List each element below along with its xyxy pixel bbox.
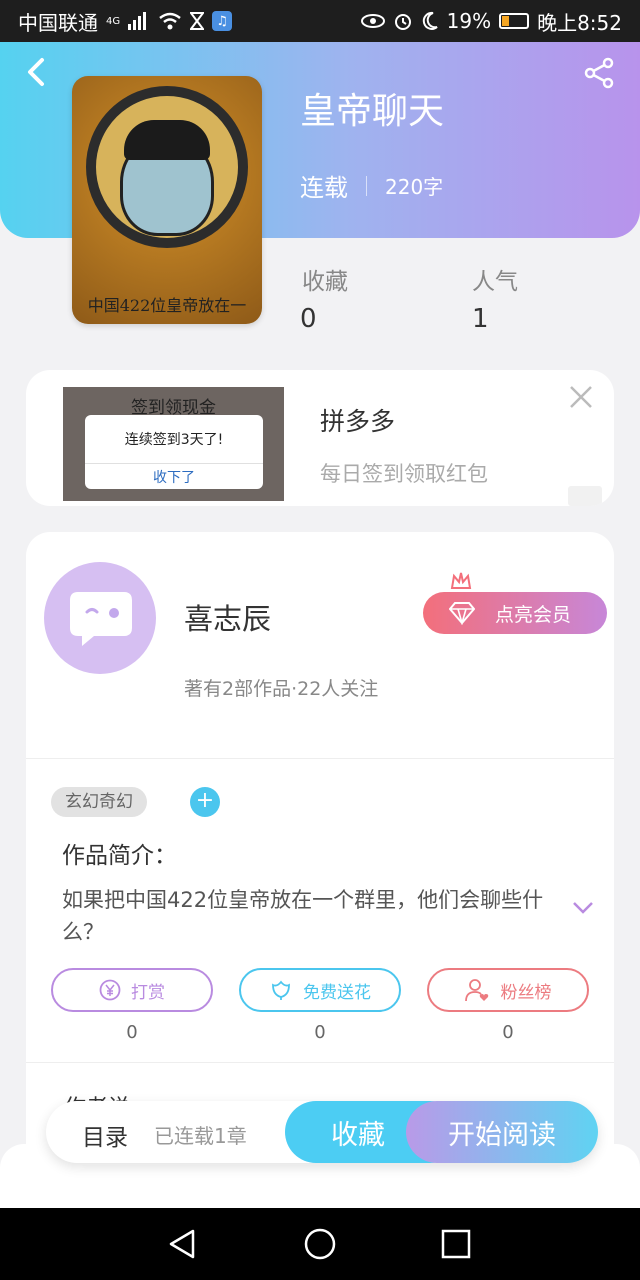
clock: 晚上8:52 <box>537 10 622 35</box>
network-type: 4G <box>106 15 121 27</box>
reward-count: 0 <box>126 1022 138 1043</box>
yen-coin-icon <box>99 979 121 1001</box>
bottom-action-bar: 目录 已连载1章 收藏 开始阅读 <box>46 1101 598 1163</box>
hourglass-icon <box>190 12 205 30</box>
carrier-label: 中国联通 <box>18 10 98 35</box>
ad-name: 拼多多 <box>320 407 396 436</box>
ad-image-message: 连续签到3天了! <box>124 432 224 448</box>
status-bar: 中国联通 4G ♫ 19% 晚上8:52 <box>0 0 640 42</box>
expand-button[interactable] <box>572 900 594 916</box>
toc-button[interactable]: 目录 <box>82 1118 128 1152</box>
book-status-row: 连载 220字 <box>300 168 443 203</box>
section-divider <box>26 758 614 759</box>
user-heart-icon <box>464 979 488 1002</box>
music-app-icon: ♫ <box>212 11 233 31</box>
ad-image-button: 收下了 <box>153 470 195 486</box>
alarm-icon <box>394 14 411 30</box>
cover-caption: 中国422位皇帝放在一 <box>87 296 247 315</box>
battery-icon <box>499 13 530 29</box>
status-divider <box>366 175 367 196</box>
author-name[interactable]: 喜志辰 <box>184 596 271 638</box>
moon-icon <box>422 11 438 30</box>
book-cover[interactable]: 中国422位皇帝放在一 <box>72 76 262 324</box>
nav-home-icon[interactable] <box>302 1226 338 1262</box>
flower-icon <box>272 980 290 1000</box>
intro-label: 作品简介： <box>62 843 177 869</box>
chat-bubble-icon <box>70 592 132 646</box>
flower-count: 0 <box>314 1022 326 1043</box>
send-flower-button[interactable]: 免费送花 <box>239 968 401 1012</box>
book-title: 皇帝聊天 <box>300 91 445 132</box>
system-nav-bar <box>0 1208 640 1280</box>
ad-tag <box>568 486 602 506</box>
author-avatar[interactable] <box>44 562 156 674</box>
share-button[interactable] <box>582 56 616 90</box>
ad-dialog-divider <box>85 463 263 464</box>
send-flower-label: 免费送花 <box>303 982 371 1003</box>
close-icon <box>570 386 592 408</box>
fan-count: 0 <box>502 1022 514 1043</box>
section-divider-2 <box>26 1062 614 1063</box>
intro-text: 如果把中国422位皇帝放在一个群里，他们会聊些什么？ <box>62 888 544 944</box>
diamond-icon <box>449 602 475 625</box>
reward-button[interactable]: 打赏 <box>51 968 213 1012</box>
battery-percent: 19% <box>446 9 492 33</box>
back-arrow-icon <box>28 58 44 86</box>
nav-recents-icon[interactable] <box>438 1226 474 1262</box>
fan-ranking-label: 粉丝榜 <box>500 982 552 1003</box>
add-tag-button[interactable]: + <box>190 787 220 817</box>
serial-status: 连载 <box>300 174 348 202</box>
popularity-label: 人气 <box>472 269 518 295</box>
ad-banner[interactable]: 签到领现金 连续签到3天了! 收下了 拼多多 每日签到领取红包 <box>26 370 614 506</box>
ad-close-button[interactable] <box>568 384 594 410</box>
fan-ranking-button[interactable]: 粉丝榜 <box>427 968 589 1012</box>
favorites-value: 0 <box>300 304 317 334</box>
popularity-value: 1 <box>472 304 489 334</box>
eye-icon <box>360 14 385 28</box>
vip-label: 点亮会员 <box>495 603 572 626</box>
reward-label: 打赏 <box>131 982 165 1003</box>
crown-icon <box>450 572 472 589</box>
share-icon <box>584 57 614 89</box>
chevron-down-icon <box>573 902 593 914</box>
start-reading-button[interactable]: 开始阅读 <box>406 1101 598 1163</box>
cover-emperor-hat <box>124 120 210 160</box>
signal-icon <box>128 12 147 30</box>
ad-image-dialog: 连续签到3天了! 收下了 <box>85 415 263 489</box>
nav-back-icon[interactable] <box>165 1226 201 1262</box>
serial-chapters: 已连载1章 <box>154 1124 247 1148</box>
favorites-label: 收藏 <box>302 269 348 295</box>
word-count: 220字 <box>385 175 444 199</box>
ad-image[interactable]: 签到领现金 连续签到3天了! 收下了 <box>63 387 284 501</box>
start-reading-label: 开始阅读 <box>448 1119 556 1151</box>
genre-tag[interactable]: 玄幻奇幻 <box>51 787 147 817</box>
author-meta: 著有2部作品·22人关注 <box>184 678 379 700</box>
collect-label: 收藏 <box>331 1119 385 1151</box>
vip-button[interactable]: 点亮会员 <box>423 572 607 634</box>
ad-description: 每日签到领取红包 <box>320 462 488 486</box>
wifi-icon <box>159 12 181 30</box>
back-button[interactable] <box>22 56 50 90</box>
